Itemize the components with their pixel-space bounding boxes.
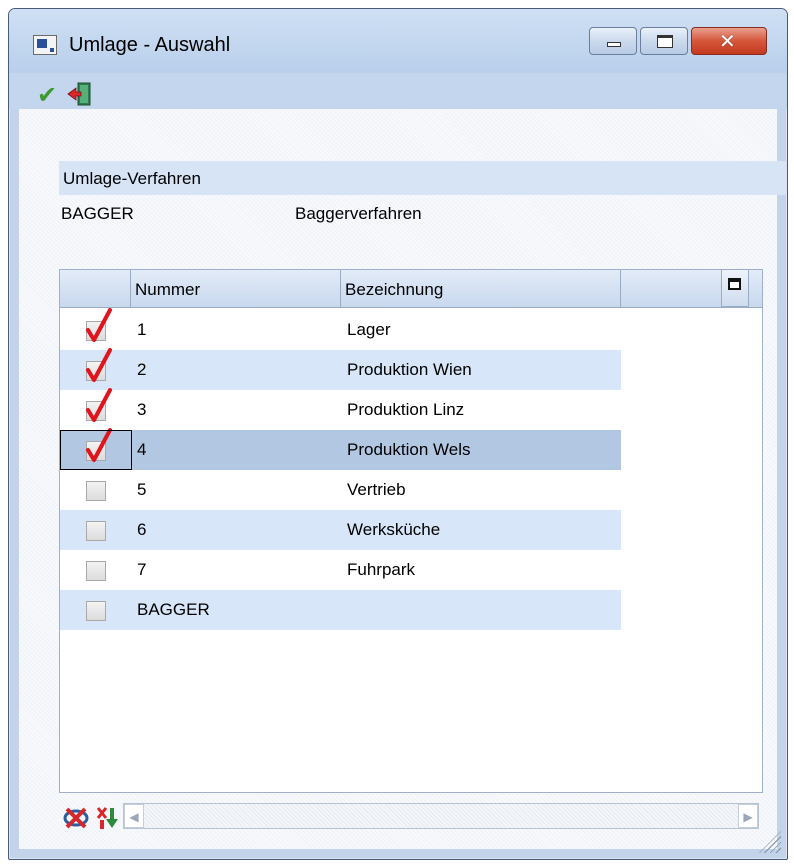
table-row[interactable]: 5 Vertrieb [60,470,621,510]
cell-bezeichnung: Produktion Linz [347,400,465,419]
minimize-button[interactable] [589,27,637,55]
cell-bezeichnung: Produktion Wels [347,440,471,459]
table-row[interactable]: BAGGER [60,590,621,630]
horizontal-scrollbar[interactable]: ◀ ▶ [123,803,759,829]
table-row[interactable]: 2 Produktion Wien [60,348,621,390]
cell-nummer: 6 [137,520,147,539]
title-bar[interactable]: Umlage - Auswahl ✕ [9,9,787,73]
clear-filter-icon[interactable] [63,805,89,831]
close-button[interactable]: ✕ [691,27,767,55]
minimize-icon [607,42,621,47]
scroll-left-button[interactable]: ◀ [124,804,144,828]
check-mark-icon [86,388,112,422]
status-bar: ◀ ▶ [19,799,777,835]
cell-bezeichnung: Werksküche [347,520,441,539]
close-icon: ✕ [719,29,736,53]
cell-nummer: 5 [137,480,147,499]
procedure-description: Baggerverfahren [295,204,422,223]
exit-door-icon[interactable] [67,81,93,107]
check-mark-icon [86,348,112,382]
window-icon [728,278,741,290]
row-checkbox[interactable] [86,521,106,541]
row-checkbox[interactable] [86,348,112,382]
app-icon [33,35,57,55]
cell-nummer: 3 [137,400,147,419]
toolbar [9,73,787,109]
table-row[interactable]: 3 Produktion Linz [60,388,621,430]
cell-nummer: 7 [137,560,147,579]
section-header: Umlage-Verfahren [59,161,787,195]
column-header-bezeichnung[interactable]: Bezeichnung [341,270,621,308]
cell-nummer: 2 [137,360,147,379]
dialog-window: Umlage - Auswahl ✕ ✔ Umlage-Verfahren BA… [8,8,788,860]
row-checkbox[interactable] [86,481,106,501]
maximize-button[interactable] [640,27,688,55]
cell-bezeichnung: Produktion Wien [347,360,472,379]
sort-toggle-icon[interactable] [95,805,121,831]
ok-checkmark-icon[interactable]: ✔ [37,83,57,107]
procedure-code: BAGGER [61,204,134,223]
cell-nummer: 1 [137,320,147,339]
scroll-right-button[interactable]: ▶ [738,804,758,828]
column-chooser-button[interactable] [721,269,749,307]
table-row[interactable]: 6 Werksküche [60,510,621,550]
maximize-icon [657,35,673,48]
focus-rectangle [60,430,132,470]
row-checkbox[interactable] [86,561,106,581]
table-row[interactable]: 1 Lager [60,308,621,350]
section-label: Umlage-Verfahren [63,169,201,188]
check-mark-icon [86,308,112,342]
cell-bezeichnung: Fuhrpark [347,560,416,579]
row-checkbox[interactable] [86,388,112,422]
table-row[interactable]: 7 Fuhrpark [60,550,621,590]
cell-bezeichnung: Vertrieb [347,480,406,499]
column-header-select[interactable] [60,270,131,308]
table-row[interactable]: 4 Produktion Wels [60,428,621,470]
column-header-nummer[interactable]: Nummer [131,270,341,308]
row-checkbox[interactable] [86,601,106,621]
row-checkbox[interactable] [86,308,112,342]
cell-nummer: 4 [137,440,147,459]
cost-center-grid[interactable]: Nummer Bezeichnung 1 Lager 2 Produktion Wie… [59,269,763,793]
cell-nummer: BAGGER [137,600,210,619]
content-area: Umlage-Verfahren BAGGER Baggerverfahren … [19,109,787,849]
cell-bezeichnung: Lager [347,320,391,339]
window-title: Umlage - Auswahl [69,34,231,56]
